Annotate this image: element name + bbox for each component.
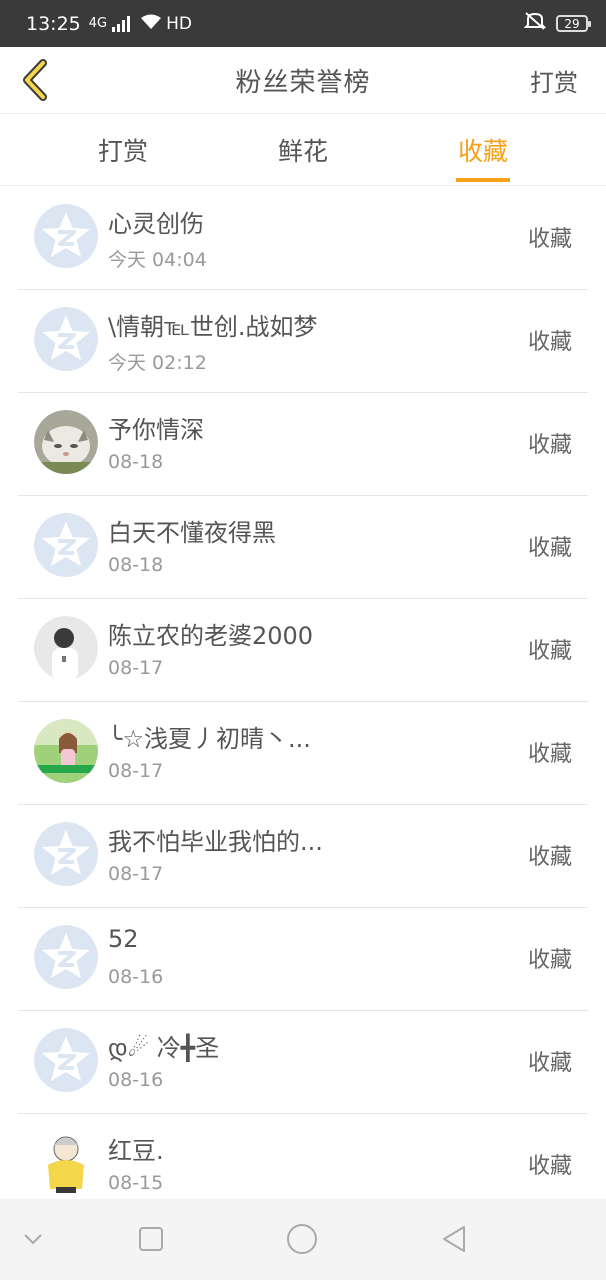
fan-name: 予你情深 bbox=[108, 416, 204, 444]
fan-name: ╰☆浅夏丿初晴丶... bbox=[108, 725, 311, 753]
fan-name: 我不怕毕业我怕的... bbox=[108, 828, 323, 856]
action-type-label: 收藏 bbox=[527, 639, 572, 664]
fan-list-item[interactable]: 心灵创伤今天 04:04 收藏 bbox=[18, 187, 588, 290]
wifi-label: HD bbox=[166, 13, 192, 34]
avatar[interactable] bbox=[34, 719, 98, 783]
avatar[interactable] bbox=[34, 616, 98, 680]
chevron-left-icon bbox=[23, 59, 47, 101]
fan-date: 08-17 bbox=[108, 863, 164, 885]
fan-list-item[interactable]: 52 08-16 收藏 bbox=[18, 908, 588, 1011]
tab-bar: 打赏 鲜花 收藏 bbox=[0, 114, 606, 186]
tab-label: 打赏 bbox=[97, 137, 148, 166]
fan-name: 心灵创伤 bbox=[108, 210, 204, 238]
fan-name: 52 bbox=[108, 925, 139, 953]
action-type-label: 收藏 bbox=[527, 1154, 572, 1179]
wifi-icon bbox=[140, 14, 162, 34]
fan-list-item[interactable]: 予你情深 08-18 收藏 bbox=[18, 393, 588, 496]
active-tab-indicator bbox=[456, 178, 510, 182]
avatar[interactable] bbox=[34, 925, 98, 989]
reward-button[interactable]: 打赏 bbox=[530, 47, 578, 114]
fan-date: 08-17 bbox=[108, 760, 164, 782]
tab-favorites[interactable]: 收藏 bbox=[423, 114, 543, 186]
square-icon bbox=[139, 1227, 163, 1251]
circle-icon bbox=[287, 1224, 317, 1254]
fan-list-item[interactable]: 我不怕毕业我怕的... 08-17 收藏 bbox=[18, 805, 588, 908]
fan-name: 陈立农的老婆2000 bbox=[108, 622, 314, 650]
tab-label: 鲜花 bbox=[277, 137, 328, 166]
battery-level: 29 bbox=[564, 16, 580, 31]
tab-label: 收藏 bbox=[457, 137, 508, 166]
fan-list-item[interactable]: ╰☆浅夏丿初晴丶... 08-17 收藏 bbox=[18, 702, 588, 805]
nav-back-button[interactable] bbox=[434, 1219, 474, 1259]
action-type-label: 收藏 bbox=[527, 1051, 572, 1076]
fan-date: 08-16 bbox=[108, 966, 164, 988]
fan-date: 今天 04:04 bbox=[108, 249, 207, 271]
tab-reward[interactable]: 打赏 bbox=[63, 114, 183, 186]
nav-hide-button[interactable] bbox=[13, 1219, 53, 1259]
mute-icon bbox=[523, 11, 547, 36]
action-type-label: 收藏 bbox=[527, 948, 572, 973]
fan-list-item[interactable]: 白天不懂夜得黑 08-18 收藏 bbox=[18, 496, 588, 599]
battery-icon: 29 bbox=[556, 15, 591, 32]
triangle-back-icon bbox=[443, 1226, 465, 1252]
nav-home-button[interactable] bbox=[282, 1219, 322, 1259]
status-bar: 13:25 4G HD 29 bbox=[0, 0, 606, 47]
page-title: 粉丝荣誉榜 bbox=[235, 67, 371, 98]
avatar[interactable] bbox=[34, 307, 98, 371]
signal-icon: 4G bbox=[88, 15, 131, 32]
action-type-label: 收藏 bbox=[527, 433, 572, 458]
network-type: 4G bbox=[88, 16, 108, 31]
fan-name: 白天不懂夜得黑 bbox=[108, 519, 276, 547]
avatar[interactable] bbox=[34, 204, 98, 268]
fan-date: 08-18 bbox=[108, 451, 164, 473]
app-header: 粉丝荣誉榜 打赏 bbox=[0, 47, 606, 114]
fan-list: 心灵创伤 今天 04:04 收藏 \情朝℡世创.战如梦 今天 02:12 收藏 予你情深 08… bbox=[0, 187, 606, 1217]
fan-list-item[interactable]: \情朝℡世创.战如梦今天 02:12 收藏 bbox=[18, 290, 588, 393]
tab-flowers[interactable]: 鲜花 bbox=[243, 114, 363, 186]
status-time: 13:25 bbox=[26, 12, 81, 35]
action-type-label: 收藏 bbox=[527, 536, 572, 561]
nav-recents-button[interactable] bbox=[131, 1219, 171, 1259]
fan-date: 08-16 bbox=[108, 1069, 164, 1091]
fan-date: 今天 02:12 bbox=[108, 352, 207, 374]
avatar[interactable] bbox=[34, 410, 98, 474]
avatar[interactable] bbox=[34, 513, 98, 577]
fan-date: 08-15 bbox=[108, 1172, 164, 1194]
avatar[interactable] bbox=[34, 1131, 98, 1195]
action-type-label: 收藏 bbox=[527, 845, 572, 870]
action-type-label: 收藏 bbox=[527, 227, 572, 252]
fan-name: დ☄ 冷╋圣 bbox=[108, 1034, 220, 1062]
avatar[interactable] bbox=[34, 822, 98, 886]
system-nav-bar bbox=[0, 1199, 606, 1280]
fan-list-item[interactable]: დ☄ 冷╋圣 08-16 收藏 bbox=[18, 1011, 588, 1114]
action-type-label: 收藏 bbox=[527, 742, 572, 767]
fan-date: 08-17 bbox=[108, 657, 164, 679]
fan-name: 红豆. bbox=[108, 1137, 164, 1165]
back-button[interactable] bbox=[14, 55, 54, 105]
chevron-down-icon bbox=[24, 1234, 42, 1245]
avatar[interactable] bbox=[34, 1028, 98, 1092]
fan-name: \情朝℡世创.战如梦 bbox=[108, 313, 318, 341]
fan-date: 08-18 bbox=[108, 554, 164, 576]
fan-list-item[interactable]: 陈立农的老婆2000 08-17 收藏 bbox=[18, 599, 588, 702]
action-type-label: 收藏 bbox=[527, 330, 572, 355]
